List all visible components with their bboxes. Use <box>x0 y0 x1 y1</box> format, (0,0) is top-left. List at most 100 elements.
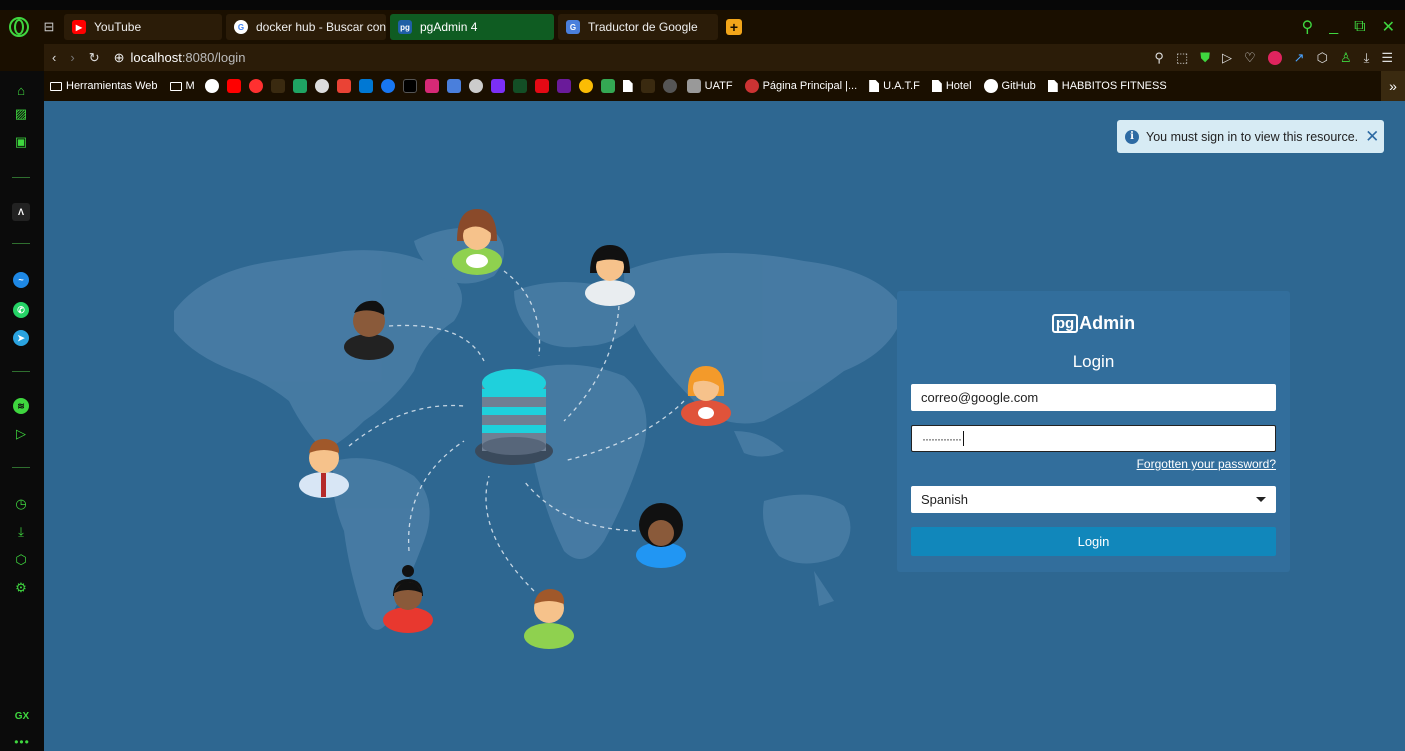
reload-icon[interactable]: ↻ <box>89 50 100 66</box>
whatsapp-icon[interactable]: ✆ <box>10 299 32 321</box>
bookmark-icon[interactable] <box>270 79 285 93</box>
youtube-favicon-icon: ▶ <box>72 20 86 34</box>
close-icon[interactable]: ✕ <box>1382 17 1395 37</box>
password-field[interactable]: ············· <box>911 425 1276 452</box>
snapshot-icon[interactable]: ⬚ <box>1176 50 1188 66</box>
heart-icon[interactable]: ♡ <box>1244 50 1256 66</box>
bookmark-icon[interactable] <box>512 79 527 93</box>
document-bookmark-icon[interactable] <box>622 80 633 92</box>
window-frame <box>0 0 1405 10</box>
maps-bookmark-icon[interactable] <box>578 79 593 93</box>
pin-icon[interactable]: ⚲ <box>1154 50 1164 66</box>
more-dots-icon[interactable]: ••• <box>10 735 34 749</box>
bookmark-hotel[interactable]: Hotel <box>930 75 974 97</box>
logo-admin: Admin <box>1079 313 1136 333</box>
address-bar-row: ‹ › ↻ ⊕ localhost:8080/login ⚲ ⬚ ⛊ ▷ ♡ ↗… <box>0 44 1405 71</box>
downloads-icon[interactable]: ⤓ <box>10 521 32 543</box>
password-value: ············· <box>922 431 962 446</box>
settings-icon[interactable]: ⚙ <box>10 577 32 599</box>
bookmark-icon[interactable] <box>640 79 655 93</box>
search-icon[interactable]: ⚲ <box>1302 17 1314 37</box>
language-select[interactable]: Spanish <box>911 486 1276 513</box>
youtube-music-bookmark-icon[interactable] <box>248 79 263 93</box>
pgadmin-logo: pg Admin <box>897 313 1290 334</box>
spotify-icon[interactable]: ≋ <box>10 395 32 417</box>
home-icon[interactable]: ⌂ <box>10 79 32 101</box>
wallet-icon[interactable]: ▨ <box>10 103 32 125</box>
pgadmin-favicon-icon: pg <box>398 20 412 34</box>
player-icon[interactable]: ▷ <box>1222 50 1232 66</box>
gmail-bookmark-icon[interactable] <box>336 79 351 93</box>
tab-google-translate[interactable]: G Traductor de Google <box>558 14 718 40</box>
x-bookmark-icon[interactable] <box>402 79 417 93</box>
tab-menu-icon[interactable]: ⊟ <box>38 16 60 38</box>
m-bookmark-icon[interactable] <box>490 79 505 93</box>
google-bookmark-icon[interactable] <box>204 79 219 93</box>
translate-bookmark-icon[interactable] <box>446 79 461 93</box>
extension-arrow-icon[interactable]: ↗ <box>1294 50 1305 66</box>
folder-icon <box>169 81 182 91</box>
new-tab-button[interactable]: + <box>726 19 742 35</box>
snap-icon[interactable]: ⧉ <box>1354 18 1365 36</box>
netflix-bookmark-icon[interactable] <box>534 79 549 93</box>
outlook-bookmark-icon[interactable] <box>358 79 373 93</box>
instagram-bookmark-icon[interactable] <box>424 79 439 93</box>
pgadmin-login-page: i You must sign in to view this resource… <box>44 101 1405 751</box>
url-field[interactable]: ⊕ localhost:8080/login <box>114 50 246 66</box>
email-value: correo@google.com <box>921 390 1039 405</box>
youtube-bookmark-icon[interactable] <box>226 79 241 93</box>
football-bookmark-icon[interactable] <box>468 79 483 93</box>
settings-bookmark-icon[interactable] <box>314 79 329 93</box>
bookmark-icon[interactable] <box>662 79 677 93</box>
bookmark-label: Hotel <box>945 80 972 92</box>
aria-icon[interactable]: Λ <box>10 201 32 223</box>
minimize-icon[interactable]: _ <box>1329 18 1338 36</box>
telegram-icon[interactable]: ➤ <box>10 327 32 349</box>
tab-youtube[interactable]: ▶ YouTube <box>64 14 222 40</box>
document-icon <box>931 80 942 92</box>
alert-toast: i You must sign in to view this resource… <box>1117 120 1384 153</box>
bookmark-uatf2[interactable]: U.A.T.F <box>867 75 922 97</box>
bookmark-habbitos[interactable]: HABBITOS FITNESS <box>1046 75 1169 97</box>
folder-icon <box>50 81 62 91</box>
menu-icon[interactable]: ☰ <box>1381 50 1393 66</box>
opera-gx-logo-icon[interactable] <box>0 10 38 44</box>
google-favicon-icon: G <box>234 20 248 34</box>
extensions-sidebar-icon[interactable]: ⬡ <box>10 549 32 571</box>
messenger-icon[interactable]: ~ <box>10 269 32 291</box>
gx-label[interactable]: GX <box>10 711 34 722</box>
profile-icon[interactable]: ♙ <box>1340 50 1352 66</box>
mail-icon[interactable]: ▣ <box>10 131 32 153</box>
history-icon[interactable]: ◷ <box>10 493 32 515</box>
bookmark-pagina-principal[interactable]: Página Principal |... <box>743 75 860 97</box>
login-button[interactable]: Login <box>911 527 1276 556</box>
adblock-icon[interactable] <box>1267 50 1282 65</box>
bookmark-folder-herramientas[interactable]: Herramientas Web <box>48 75 160 97</box>
forward-icon[interactable]: › <box>70 50 74 65</box>
download-icon[interactable]: ⤓ <box>1364 50 1370 66</box>
bookmark-github[interactable]: GitHub <box>982 75 1038 97</box>
bookmark-uatf[interactable]: UATF <box>685 75 735 97</box>
bookmark-folder-m[interactable]: M <box>168 75 197 97</box>
tab-pgadmin[interactable]: pg pgAdmin 4 <box>390 14 554 40</box>
bookmark-icon[interactable] <box>600 79 615 93</box>
bookmark-label: UATF <box>704 80 733 92</box>
extensions-icon[interactable]: ⬡ <box>1317 50 1328 66</box>
google-translate-favicon-icon: G <box>566 20 580 34</box>
forgot-password-link[interactable]: Forgotten your password? <box>1137 457 1276 471</box>
tab-label: pgAdmin 4 <box>420 20 478 34</box>
toast-message: You must sign in to view this resource. <box>1146 129 1359 144</box>
facebook-bookmark-icon[interactable] <box>380 79 395 93</box>
bookmarks-more-button[interactable]: » <box>1381 71 1405 101</box>
vpn-shield-icon[interactable]: ⛊ <box>1200 50 1210 66</box>
player-sidebar-icon[interactable]: ▷ <box>10 423 32 445</box>
tab-docker-hub-search[interactable]: G docker hub - Buscar con <box>226 14 386 40</box>
google-drive-bookmark-icon[interactable] <box>292 79 307 93</box>
bookmark-icon[interactable] <box>556 79 571 93</box>
bookmark-label: Página Principal |... <box>762 80 858 92</box>
close-toast-icon[interactable]: ✕ <box>1365 128 1379 145</box>
email-field[interactable]: correo@google.com <box>911 384 1276 411</box>
toolbar-extensions: ⚲ ⬚ ⛊ ▷ ♡ ↗ ⬡ ♙ ⤓ ☰ <box>1154 44 1393 71</box>
back-icon[interactable]: ‹ <box>52 50 56 65</box>
document-icon <box>869 80 880 92</box>
